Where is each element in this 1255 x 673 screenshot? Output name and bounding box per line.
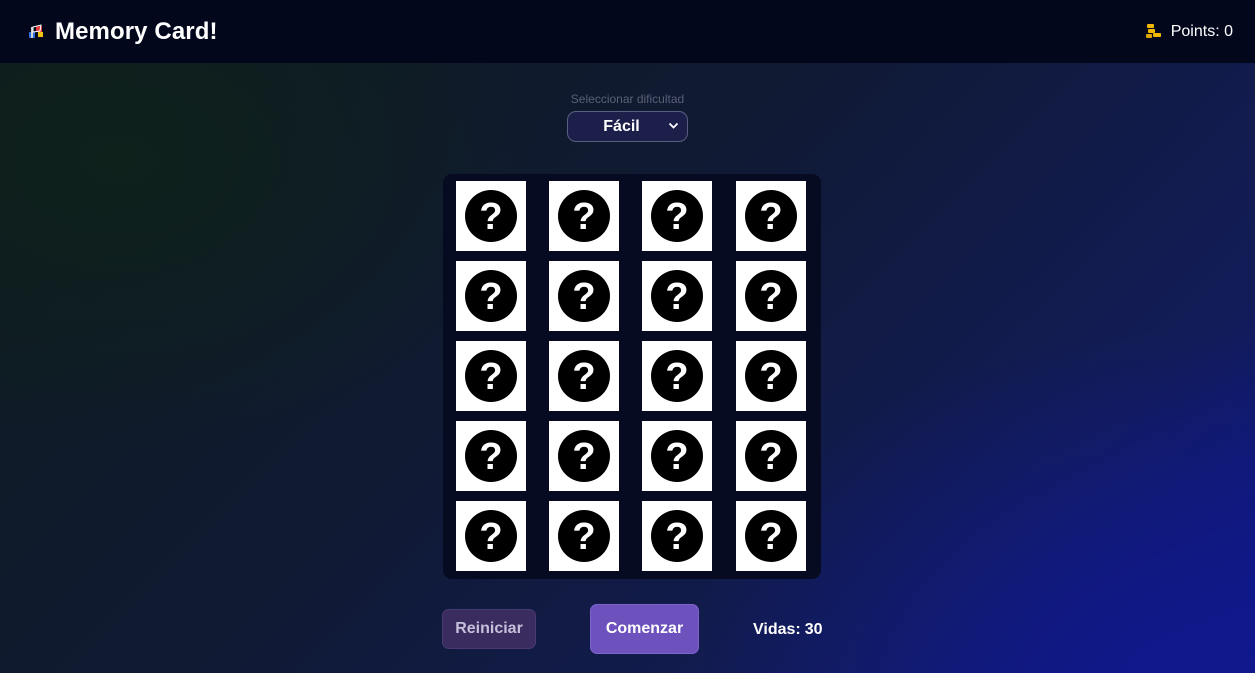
question-circle-icon: ? — [745, 350, 797, 402]
card-glyph: ? — [479, 436, 502, 478]
chevron-down-icon — [668, 122, 679, 129]
memory-card[interactable]: ? — [549, 341, 619, 411]
app-title: Memory Card! — [55, 17, 218, 45]
start-button[interactable]: Comenzar — [590, 604, 699, 654]
card-glyph: ? — [572, 196, 595, 238]
memory-card[interactable]: ? — [456, 341, 526, 411]
points-display: Points: 0 — [1145, 23, 1233, 41]
question-circle-icon: ? — [651, 270, 703, 322]
memory-card[interactable]: ? — [736, 501, 806, 571]
memory-card[interactable]: ? — [642, 501, 712, 571]
difficulty-label: Seleccionar dificultad — [570, 92, 685, 106]
card-glyph: ? — [572, 436, 595, 478]
question-circle-icon: ? — [651, 350, 703, 402]
lives-display: Vidas: 30 — [753, 621, 823, 639]
lives-label: Vidas: — [753, 621, 801, 638]
question-circle-icon: ? — [465, 430, 517, 482]
card-glyph: ? — [759, 436, 782, 478]
card-glyph: ? — [759, 196, 782, 238]
question-circle-icon: ? — [465, 270, 517, 322]
card-glyph: ? — [479, 196, 502, 238]
points-text: Points: 0 — [1171, 23, 1233, 41]
controls-bar: Reiniciar Comenzar Vidas: 30 — [0, 604, 1255, 654]
card-glyph: ? — [665, 516, 688, 558]
question-circle-icon: ? — [558, 510, 610, 562]
memory-card[interactable]: ? — [736, 261, 806, 331]
question-circle-icon: ? — [745, 510, 797, 562]
card-glyph: ? — [479, 516, 502, 558]
memory-card[interactable]: ? — [642, 341, 712, 411]
card-glyph: ? — [479, 276, 502, 318]
memory-card[interactable]: ? — [642, 421, 712, 491]
card-glyph: ? — [665, 436, 688, 478]
card-glyph: ? — [572, 356, 595, 398]
memory-card[interactable]: ? — [736, 181, 806, 251]
difficulty-section: Seleccionar dificultad Fácil — [0, 92, 1255, 142]
question-circle-icon: ? — [558, 270, 610, 322]
memory-card[interactable]: ? — [549, 261, 619, 331]
card-grid: ???????????????????? — [443, 174, 821, 579]
question-circle-icon: ? — [465, 350, 517, 402]
card-glyph: ? — [665, 196, 688, 238]
question-circle-icon: ? — [651, 510, 703, 562]
brand: Memory Card! — [28, 18, 218, 46]
card-glyph: ? — [665, 276, 688, 318]
question-circle-icon: ? — [465, 190, 517, 242]
memory-card[interactable]: ? — [549, 501, 619, 571]
coin-stack-icon — [1145, 24, 1161, 38]
restart-button[interactable]: Reiniciar — [442, 609, 536, 649]
question-circle-icon: ? — [745, 270, 797, 322]
question-circle-icon: ? — [558, 350, 610, 402]
card-glyph: ? — [759, 516, 782, 558]
memory-card[interactable]: ? — [642, 181, 712, 251]
difficulty-select[interactable]: Fácil — [567, 111, 688, 142]
card-glyph: ? — [572, 276, 595, 318]
points-value: 0 — [1224, 22, 1233, 40]
memory-card[interactable]: ? — [456, 501, 526, 571]
memory-card[interactable]: ? — [736, 421, 806, 491]
question-circle-icon: ? — [745, 430, 797, 482]
memory-card[interactable]: ? — [549, 181, 619, 251]
question-circle-icon: ? — [745, 190, 797, 242]
memory-card[interactable]: ? — [456, 421, 526, 491]
card-glyph: ? — [759, 356, 782, 398]
memory-card[interactable]: ? — [642, 261, 712, 331]
question-circle-icon: ? — [651, 190, 703, 242]
question-circle-icon: ? — [558, 190, 610, 242]
race-flag-icon — [29, 24, 43, 38]
lives-value: 30 — [804, 621, 823, 638]
difficulty-selected-value: Fácil — [603, 117, 640, 135]
card-glyph: ? — [759, 276, 782, 318]
memory-card[interactable]: ? — [549, 421, 619, 491]
question-circle-icon: ? — [558, 430, 610, 482]
memory-card[interactable]: ? — [456, 261, 526, 331]
memory-card[interactable]: ? — [736, 341, 806, 411]
memory-card[interactable]: ? — [456, 181, 526, 251]
card-glyph: ? — [572, 516, 595, 558]
question-circle-icon: ? — [651, 430, 703, 482]
points-label: Points: — [1170, 22, 1220, 40]
question-circle-icon: ? — [465, 510, 517, 562]
top-bar: Memory Card! Points: 0 — [0, 0, 1255, 63]
card-glyph: ? — [665, 356, 688, 398]
card-glyph: ? — [479, 356, 502, 398]
